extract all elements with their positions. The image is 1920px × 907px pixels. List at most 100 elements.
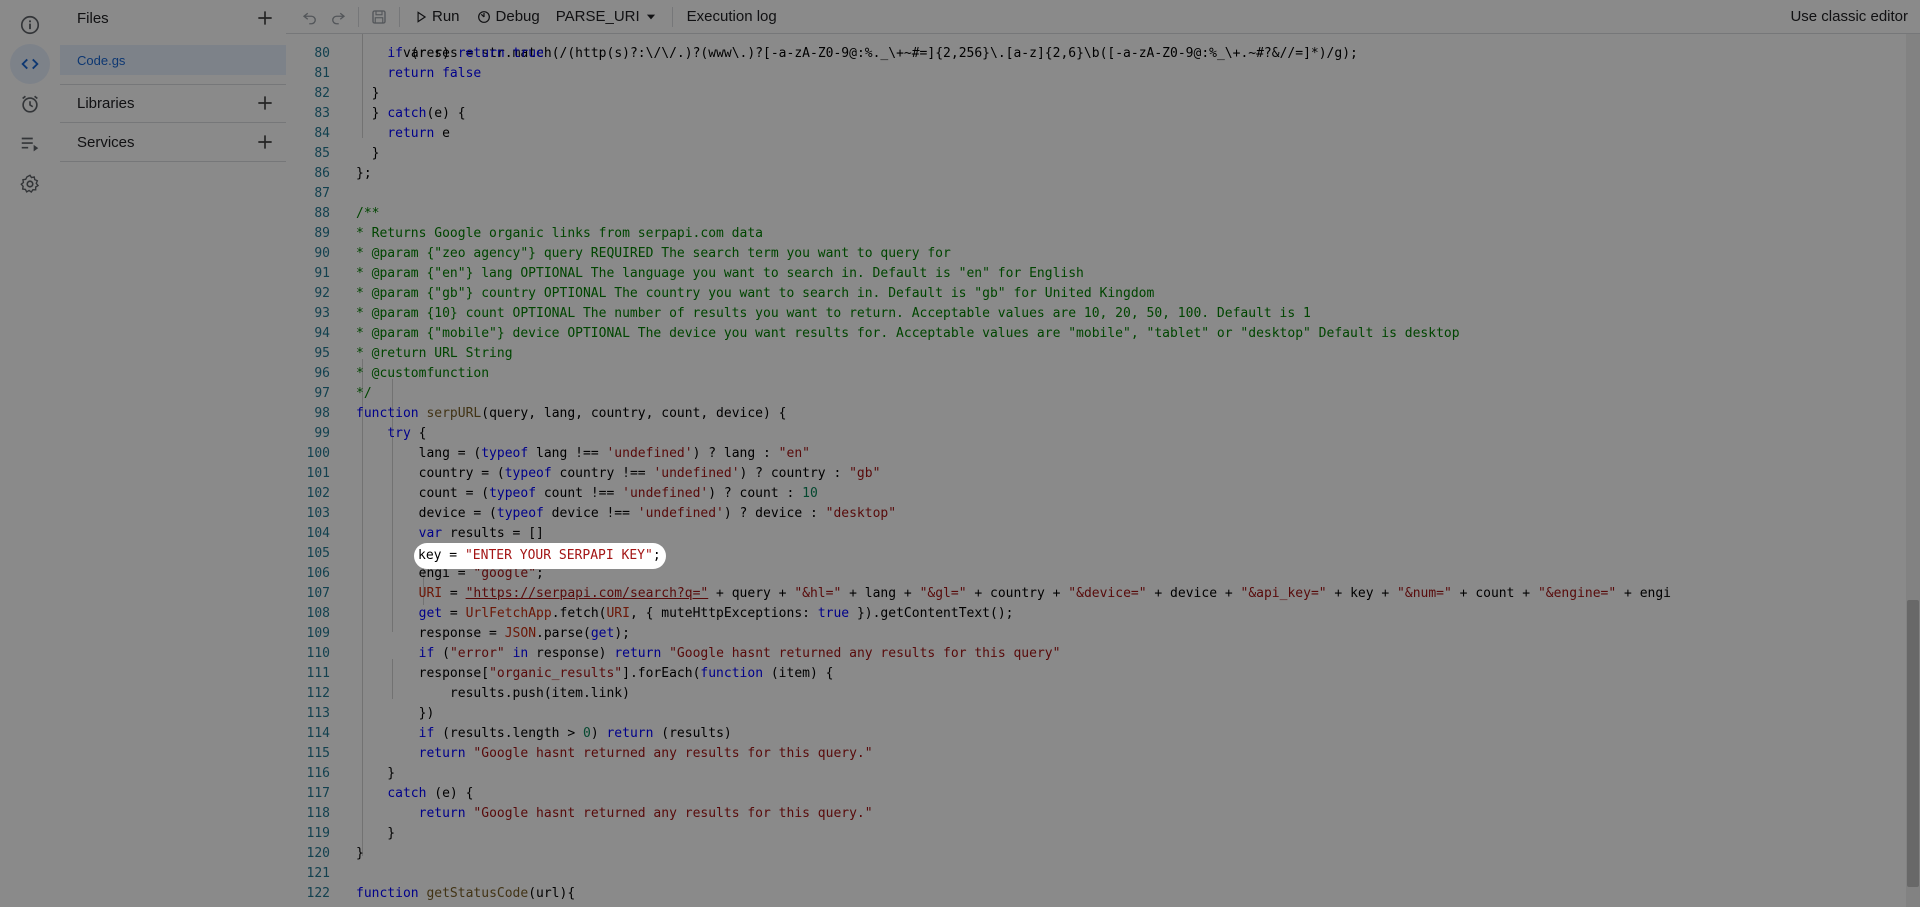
line-number: 100 [306, 446, 330, 461]
line-number: 119 [306, 826, 330, 841]
files-header-label: Files [77, 9, 109, 27]
add-library-plus-icon[interactable] [254, 92, 276, 114]
line-number: 88 [314, 206, 330, 221]
code-text: var results = [] [418, 526, 544, 541]
code-text: return "Google hasnt returned any result… [418, 746, 873, 761]
code-text: * @return URL String [356, 346, 513, 361]
line-number: 102 [306, 486, 330, 501]
function-select-value: PARSE_URI [555, 8, 640, 25]
code-text: get = UrlFetchApp.fetch(URI, { muteHttpE… [418, 606, 1014, 621]
execution-log-button[interactable]: Execution log [679, 3, 785, 31]
code-text: count = (typeof count !== 'undefined') ?… [356, 486, 818, 501]
line-number: 91 [314, 266, 330, 281]
code-text: return "Google hasnt returned any result… [418, 806, 873, 821]
redo-icon[interactable] [324, 3, 352, 31]
play-icon [417, 10, 427, 23]
code-text: * @customfunction [356, 366, 490, 381]
line-number: 82 [314, 86, 330, 101]
line-number: 110 [306, 646, 330, 661]
line-number: 92 [314, 286, 330, 301]
debug-label: Debug [495, 8, 540, 25]
code-editor[interactable]: var res = str.match(/(http(s)?:\/\/.)?(w… [286, 34, 1906, 907]
line-number: 120 [306, 846, 330, 861]
editor-scrollbar[interactable] [1906, 34, 1920, 907]
line-number: 115 [306, 746, 330, 761]
code-text: function getStatusCode(url){ [356, 886, 576, 901]
alarm-clock-icon[interactable] [10, 84, 50, 124]
line-number: 98 [314, 406, 330, 421]
code-text: } [356, 86, 380, 101]
add-service-plus-icon[interactable] [254, 131, 276, 153]
undo-icon[interactable] [296, 3, 324, 31]
code-text: * @param {"gb"} country OPTIONAL The cou… [356, 286, 1155, 301]
line-number: 107 [306, 586, 330, 601]
services-section-header: Services [60, 124, 286, 160]
code-text: response["organic_results"].forEach(func… [356, 666, 834, 681]
section-divider [60, 122, 286, 123]
line-number: 117 [306, 786, 330, 801]
add-file-plus-icon[interactable] [254, 7, 276, 29]
code-text: return e [387, 126, 450, 141]
code-text: * @param {10} count OPTIONAL The number … [356, 306, 1311, 321]
code-text: function serpURL(query, lang, country, c… [356, 406, 787, 421]
line-number: 111 [306, 666, 330, 681]
info-icon[interactable] [10, 5, 50, 45]
line-number: 104 [306, 526, 330, 541]
code-text: } [356, 826, 396, 841]
line-number: 84 [314, 126, 330, 141]
line-number: 113 [306, 706, 330, 721]
code-text: } catch(e) { [356, 106, 466, 121]
dropdown-arrow-icon [646, 14, 655, 19]
use-classic-editor-button[interactable]: Use classic editor [1790, 0, 1908, 33]
line-number: 96 [314, 366, 330, 381]
code-text: catch (e) { [387, 786, 474, 801]
file-item-code-gs[interactable]: Code.gs [60, 45, 286, 75]
code-line: var res = str.match(/(http(s)?:\/\/.)?(w… [286, 34, 1906, 61]
toolbar-divider [358, 6, 359, 27]
libraries-section-header: Libraries [60, 85, 286, 121]
settings-gear-icon[interactable] [10, 164, 50, 204]
code-text: country = (typeof country !== 'undefined… [356, 466, 881, 481]
line-number: 121 [306, 866, 330, 881]
line-number: 109 [306, 626, 330, 641]
code-text: * @param {"mobile"} device OPTIONAL The … [356, 326, 1460, 341]
code-text: } [356, 846, 364, 861]
save-icon[interactable] [365, 3, 393, 31]
code-text: try { [387, 426, 427, 441]
highlighted-api-key-line[interactable]: key = "ENTER YOUR SERPAPI KEY"; [414, 543, 666, 569]
line-number: 112 [306, 686, 330, 701]
line-number: 105 [306, 546, 330, 561]
code-text: URI = "https://serpapi.com/search?q=" + … [418, 586, 1672, 601]
code-text: * @param {"zeo agency"} query REQUIRED T… [356, 246, 951, 261]
code-text: return false [387, 66, 482, 81]
line-number: 106 [306, 566, 330, 581]
section-divider [60, 161, 286, 162]
code-text: }; [356, 166, 372, 181]
line-number: 97 [314, 386, 330, 401]
code-text: /** [356, 206, 380, 221]
code-text: lang = (typeof lang !== 'undefined') ? l… [356, 446, 810, 461]
code-text: if ("error" in response) return "Google … [418, 646, 1061, 661]
line-number: 87 [314, 186, 330, 201]
line-number: 103 [306, 506, 330, 521]
line-number: 86 [314, 166, 330, 181]
line-number: 80 [314, 46, 330, 61]
code-text: */ [356, 386, 372, 401]
run-button[interactable]: Run [406, 3, 468, 31]
code-text: if (res) return true [387, 46, 544, 61]
code-text: * @param {"en"} lang OPTIONAL The langua… [356, 266, 1084, 281]
files-panel: Files Code.gs Libraries Services [60, 0, 287, 907]
debug-button[interactable]: Debug [468, 3, 548, 31]
services-header-label: Services [77, 133, 135, 151]
line-number: 99 [314, 426, 330, 441]
function-select[interactable]: PARSE_URI [548, 3, 666, 31]
line-number: 122 [306, 886, 330, 901]
line-number: 118 [306, 806, 330, 821]
code-text: response = JSON.parse(get); [356, 626, 630, 641]
files-section-header: Files [60, 0, 286, 36]
executions-icon[interactable] [10, 124, 50, 164]
code-icon[interactable] [10, 44, 50, 84]
scrollbar-thumb[interactable] [1907, 600, 1919, 887]
code-text: } [356, 146, 380, 161]
code-text: }) [356, 706, 435, 721]
